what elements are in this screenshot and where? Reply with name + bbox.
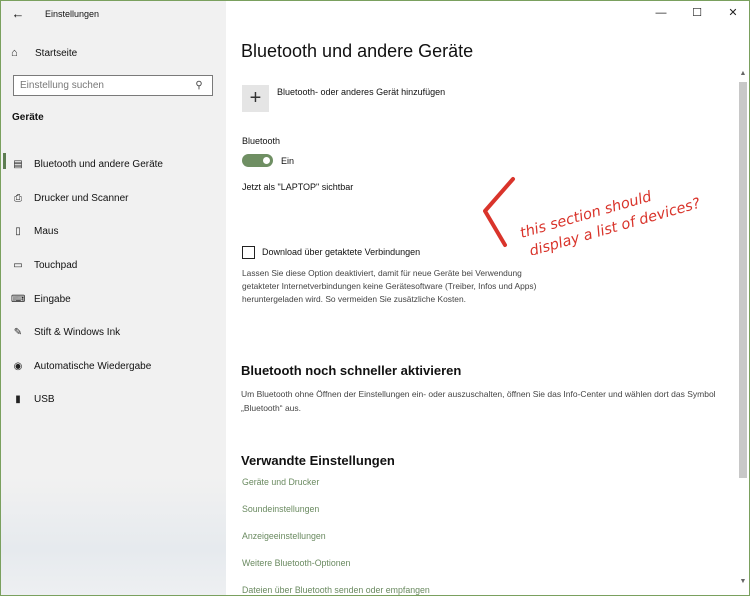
nav-home-label: Startseite bbox=[35, 47, 78, 59]
faster-section-title: Bluetooth noch schneller aktivieren bbox=[241, 363, 462, 378]
printer-icon: ⎙ bbox=[14, 192, 22, 204]
link-display-settings[interactable]: Anzeigeeinstellungen bbox=[242, 531, 326, 541]
window-controls: — ☐ ✕ bbox=[643, 1, 749, 27]
autoplay-icon: ◉ bbox=[13, 360, 23, 372]
touchpad-icon: ▭ bbox=[13, 260, 23, 272]
minimize-icon[interactable]: — bbox=[643, 1, 679, 27]
pen-icon: ✎ bbox=[13, 327, 23, 339]
metered-download-checkbox[interactable] bbox=[242, 246, 255, 259]
bluetooth-label: Bluetooth bbox=[242, 136, 281, 146]
metered-download-label[interactable]: Download über getaktete Verbindungen bbox=[262, 247, 420, 257]
faster-section-text: Um Bluetooth ohne Öffnen der Einstellung… bbox=[241, 389, 716, 413]
annotation-bracket bbox=[483, 177, 515, 247]
sidebar-nav-list: ▤ Bluetooth und andere Geräte ⎙ Drucker … bbox=[1, 148, 226, 417]
bluetooth-toggle-state: Ein bbox=[281, 156, 295, 166]
sidebar-item-autoplay[interactable]: ◉ Automatische Wiedergabe bbox=[1, 350, 226, 384]
related-settings-title: Verwandte Einstellungen bbox=[241, 453, 395, 468]
maximize-icon[interactable]: ☐ bbox=[679, 1, 715, 27]
metered-download-description: Lassen Sie diese Option deaktiviert, dam… bbox=[242, 268, 537, 305]
sidebar-item-label: Eingabe bbox=[34, 293, 71, 305]
sidebar-item-label: Automatische Wiedergabe bbox=[34, 360, 152, 372]
bluetooth-toggle[interactable] bbox=[242, 154, 273, 167]
scrollbar[interactable]: ▲ ▼ bbox=[737, 68, 749, 588]
sidebar-item-label: Stift & Windows Ink bbox=[34, 327, 121, 339]
sidebar-item-label: Touchpad bbox=[34, 260, 78, 272]
search-input[interactable] bbox=[14, 80, 190, 91]
sidebar-item-bluetooth[interactable]: ▤ Bluetooth und andere Geräte bbox=[1, 148, 226, 182]
back-arrow-icon[interactable]: ← bbox=[10, 6, 26, 22]
search-icon[interactable]: ⚲ bbox=[190, 80, 208, 91]
scroll-down-arrow-icon[interactable]: ▼ bbox=[737, 576, 749, 588]
link-sound-settings[interactable]: Soundeinstellungen bbox=[242, 504, 319, 514]
sidebar-item-label: Maus bbox=[34, 226, 59, 238]
search-box[interactable]: ⚲ bbox=[13, 75, 213, 96]
settings-window: ← Einstellungen ⌂ Startseite ⚲ Geräte ▤ … bbox=[0, 0, 750, 596]
link-send-receive-files[interactable]: Dateien über Bluetooth senden oder empfa… bbox=[242, 585, 430, 595]
toggle-knob bbox=[263, 157, 270, 164]
sidebar-item-label: Bluetooth und andere Geräte bbox=[34, 159, 163, 171]
sidebar-item-mouse[interactable]: ▯ Maus bbox=[1, 215, 226, 249]
sidebar-item-typing[interactable]: ⌨ Eingabe bbox=[1, 282, 226, 316]
main-content: — ☐ ✕ Bluetooth und andere Geräte + Blue… bbox=[226, 1, 749, 595]
sidebar-section-title: Geräte bbox=[12, 112, 44, 123]
sidebar-item-usb[interactable]: ▮ USB bbox=[1, 383, 226, 417]
usb-icon: ▮ bbox=[15, 394, 21, 406]
handwritten-annotation: this section should display a list of de… bbox=[483, 177, 702, 255]
sidebar-item-printers[interactable]: ⎙ Drucker und Scanner bbox=[1, 182, 226, 216]
keyboard-icon: ⌨ bbox=[11, 293, 26, 305]
sidebar-item-touchpad[interactable]: ▭ Touchpad bbox=[1, 249, 226, 283]
home-icon: ⌂ bbox=[11, 47, 18, 59]
link-more-bluetooth-options[interactable]: Weitere Bluetooth-Optionen bbox=[242, 558, 350, 568]
page-title: Bluetooth und andere Geräte bbox=[241, 41, 474, 61]
sidebar-item-pen[interactable]: ✎ Stift & Windows Ink bbox=[1, 316, 226, 350]
sidebar-item-label: Drucker und Scanner bbox=[34, 192, 129, 204]
bluetooth-devices-icon: ▤ bbox=[13, 159, 23, 171]
scroll-thumb[interactable] bbox=[739, 82, 747, 478]
close-icon[interactable]: ✕ bbox=[715, 1, 749, 27]
titlebar-left: ← Einstellungen bbox=[1, 1, 226, 27]
add-device-plus-icon[interactable]: + bbox=[242, 85, 269, 112]
sidebar-item-label: USB bbox=[34, 394, 55, 406]
add-device-button[interactable]: Bluetooth- oder anderes Gerät hinzufügen bbox=[277, 87, 445, 97]
nav-home[interactable]: ⌂ Startseite bbox=[11, 44, 77, 62]
discoverable-status: Jetzt als "LAPTOP" sichtbar bbox=[242, 182, 354, 192]
link-devices-printers[interactable]: Geräte und Drucker bbox=[242, 477, 319, 487]
scroll-up-arrow-icon[interactable]: ▲ bbox=[737, 68, 749, 80]
mouse-icon: ▯ bbox=[15, 226, 21, 238]
app-title: Einstellungen bbox=[45, 9, 100, 19]
sidebar: ← Einstellungen ⌂ Startseite ⚲ Geräte ▤ … bbox=[1, 1, 226, 595]
